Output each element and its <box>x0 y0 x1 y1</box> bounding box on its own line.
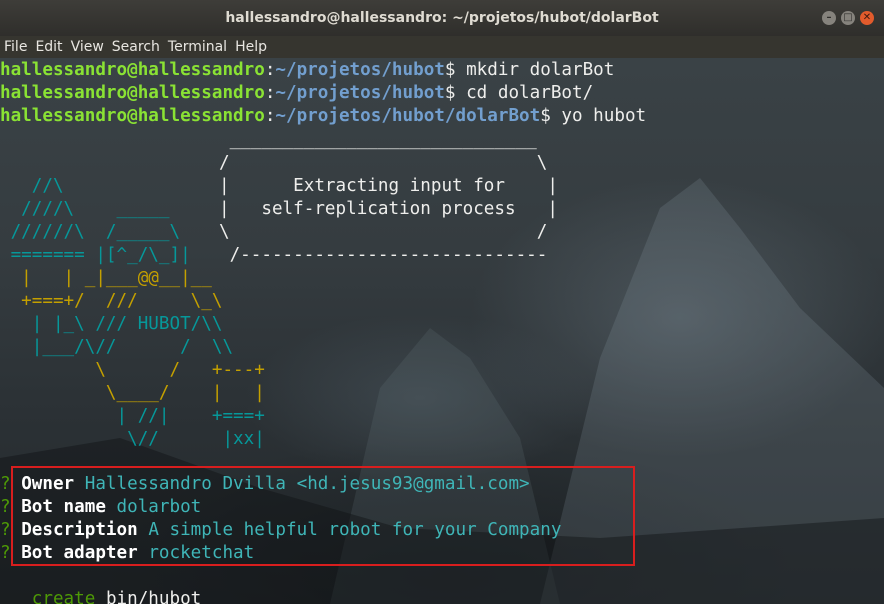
answer-value: dolarbot <box>116 497 202 517</box>
command-line-3: hallessandro@hallessandro:~/projetos/hub… <box>0 105 646 128</box>
command-text: cd dolarBot/ <box>466 83 594 103</box>
command-text: mkdir dolarBot <box>466 60 615 80</box>
prompt-separator: : <box>264 106 276 126</box>
menu-terminal[interactable]: Terminal <box>164 36 231 58</box>
bubble-line: | Extracting input for | <box>219 176 558 196</box>
prompt-user: hallessandro@hallessandro <box>0 83 265 103</box>
prompt-separator: : <box>264 83 276 103</box>
prompt-user: hallessandro@hallessandro <box>0 106 265 126</box>
hubot-ascii-robot: //\ ////\ _____ //////\ /_____\ ======= … <box>0 176 265 449</box>
prompt-path: ~/projetos/hubot <box>275 60 445 80</box>
menu-bar: File Edit View Search Terminal Help <box>0 36 884 58</box>
terminal-area[interactable]: hallessandro@hallessandro:~/projetos/hub… <box>0 58 884 604</box>
answer-value: rocketchat <box>148 543 255 563</box>
window-title: hallessandro@hallessandro: ~/projetos/hu… <box>225 10 659 26</box>
answer-label: Bot adapter <box>21 543 138 563</box>
close-button[interactable]: ✕ <box>860 11 874 25</box>
output-action: create <box>31 589 96 604</box>
answer-value: Hallessandro Dvilla <hd.jesus93@gmail.co… <box>84 474 530 494</box>
command-line-1: hallessandro@hallessandro:~/projetos/hub… <box>0 59 614 82</box>
question-mark: ? <box>0 497 11 517</box>
command-text: yo hubot <box>561 106 647 126</box>
question-mark: ? <box>0 474 11 494</box>
answer-label: Description <box>21 520 138 540</box>
menu-view[interactable]: View <box>67 36 108 58</box>
command-line-2: hallessandro@hallessandro:~/projetos/hub… <box>0 82 593 105</box>
menu-search[interactable]: Search <box>108 36 164 58</box>
prompt-path: ~/projetos/hubot/dolarBot <box>275 106 541 126</box>
answer-label: Owner <box>21 474 75 494</box>
answer-owner: ? Owner Hallessandro Dvilla <hd.jesus93@… <box>0 473 530 496</box>
question-mark: ? <box>0 520 11 540</box>
menu-edit[interactable]: Edit <box>31 36 66 58</box>
minimize-button[interactable]: – <box>822 11 836 25</box>
bubble-line: / \ <box>219 153 548 173</box>
prompt-path: ~/projetos/hubot <box>275 83 445 103</box>
prompt-symbol: $ <box>540 106 562 126</box>
prompt-separator: : <box>264 60 276 80</box>
speech-bubble: _____________________________ / \ | Extr… <box>219 129 558 267</box>
answer-value: A simple helpful robot for your Company <box>148 520 562 540</box>
answer-description: ? Description A simple helpful robot for… <box>0 519 561 542</box>
prompt-symbol: $ <box>444 60 467 80</box>
window-controls: – □ ✕ <box>822 11 874 25</box>
answer-label: Bot name <box>21 497 106 517</box>
prompt-symbol: $ <box>444 83 467 103</box>
menu-file[interactable]: File <box>0 36 31 58</box>
menu-help[interactable]: Help <box>231 36 271 58</box>
answer-bot-name: ? Bot name dolarbot <box>0 496 201 519</box>
output-line: create bin/hubot <box>0 588 202 604</box>
maximize-button[interactable]: □ <box>841 11 855 25</box>
output-file: bin/hubot <box>105 589 202 604</box>
bubble-line: /----------------------------- <box>219 245 548 265</box>
answer-bot-adapter: ? Bot adapter rocketchat <box>0 542 254 565</box>
prompt-user: hallessandro@hallessandro <box>0 60 265 80</box>
bubble-line: | self-replication process | <box>219 199 558 219</box>
bubble-line: \ / <box>219 222 548 242</box>
window-titlebar[interactable]: hallessandro@hallessandro: ~/projetos/hu… <box>0 0 884 36</box>
question-mark: ? <box>0 543 11 563</box>
bubble-line: _____________________________ <box>219 130 537 150</box>
